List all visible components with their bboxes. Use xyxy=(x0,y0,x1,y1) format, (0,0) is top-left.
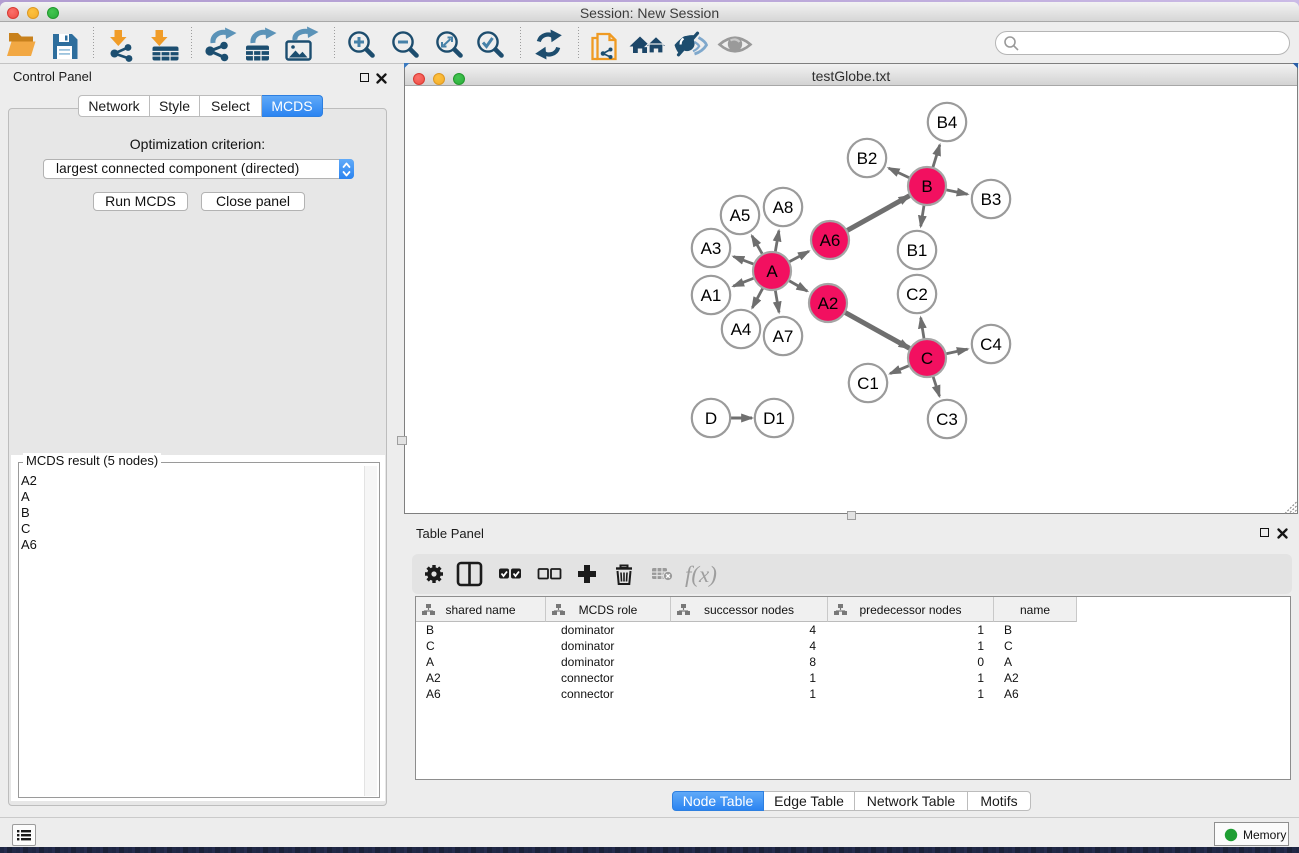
svg-text:C: C xyxy=(921,349,933,368)
svg-text:A8: A8 xyxy=(773,198,794,217)
svg-text:A6: A6 xyxy=(820,231,841,250)
svg-text:C4: C4 xyxy=(980,335,1002,354)
svg-text:B: B xyxy=(921,177,932,196)
svg-text:f(x): f(x) xyxy=(685,562,717,587)
svg-text:A: A xyxy=(766,262,778,281)
svg-text:A5: A5 xyxy=(730,206,751,225)
svg-text:A1: A1 xyxy=(701,286,722,305)
svg-text:B1: B1 xyxy=(907,241,928,260)
svg-text:A3: A3 xyxy=(701,239,722,258)
svg-text:A4: A4 xyxy=(731,320,752,339)
svg-text:B2: B2 xyxy=(857,149,878,168)
svg-text:B4: B4 xyxy=(937,113,958,132)
svg-text:A7: A7 xyxy=(773,327,794,346)
svg-text:D: D xyxy=(705,409,717,428)
svg-text:B3: B3 xyxy=(981,190,1002,209)
svg-text:A2: A2 xyxy=(818,294,839,313)
svg-text:D1: D1 xyxy=(763,409,785,428)
svg-text:C3: C3 xyxy=(936,410,958,429)
svg-text:C2: C2 xyxy=(906,285,928,304)
svg-text:C1: C1 xyxy=(857,374,879,393)
